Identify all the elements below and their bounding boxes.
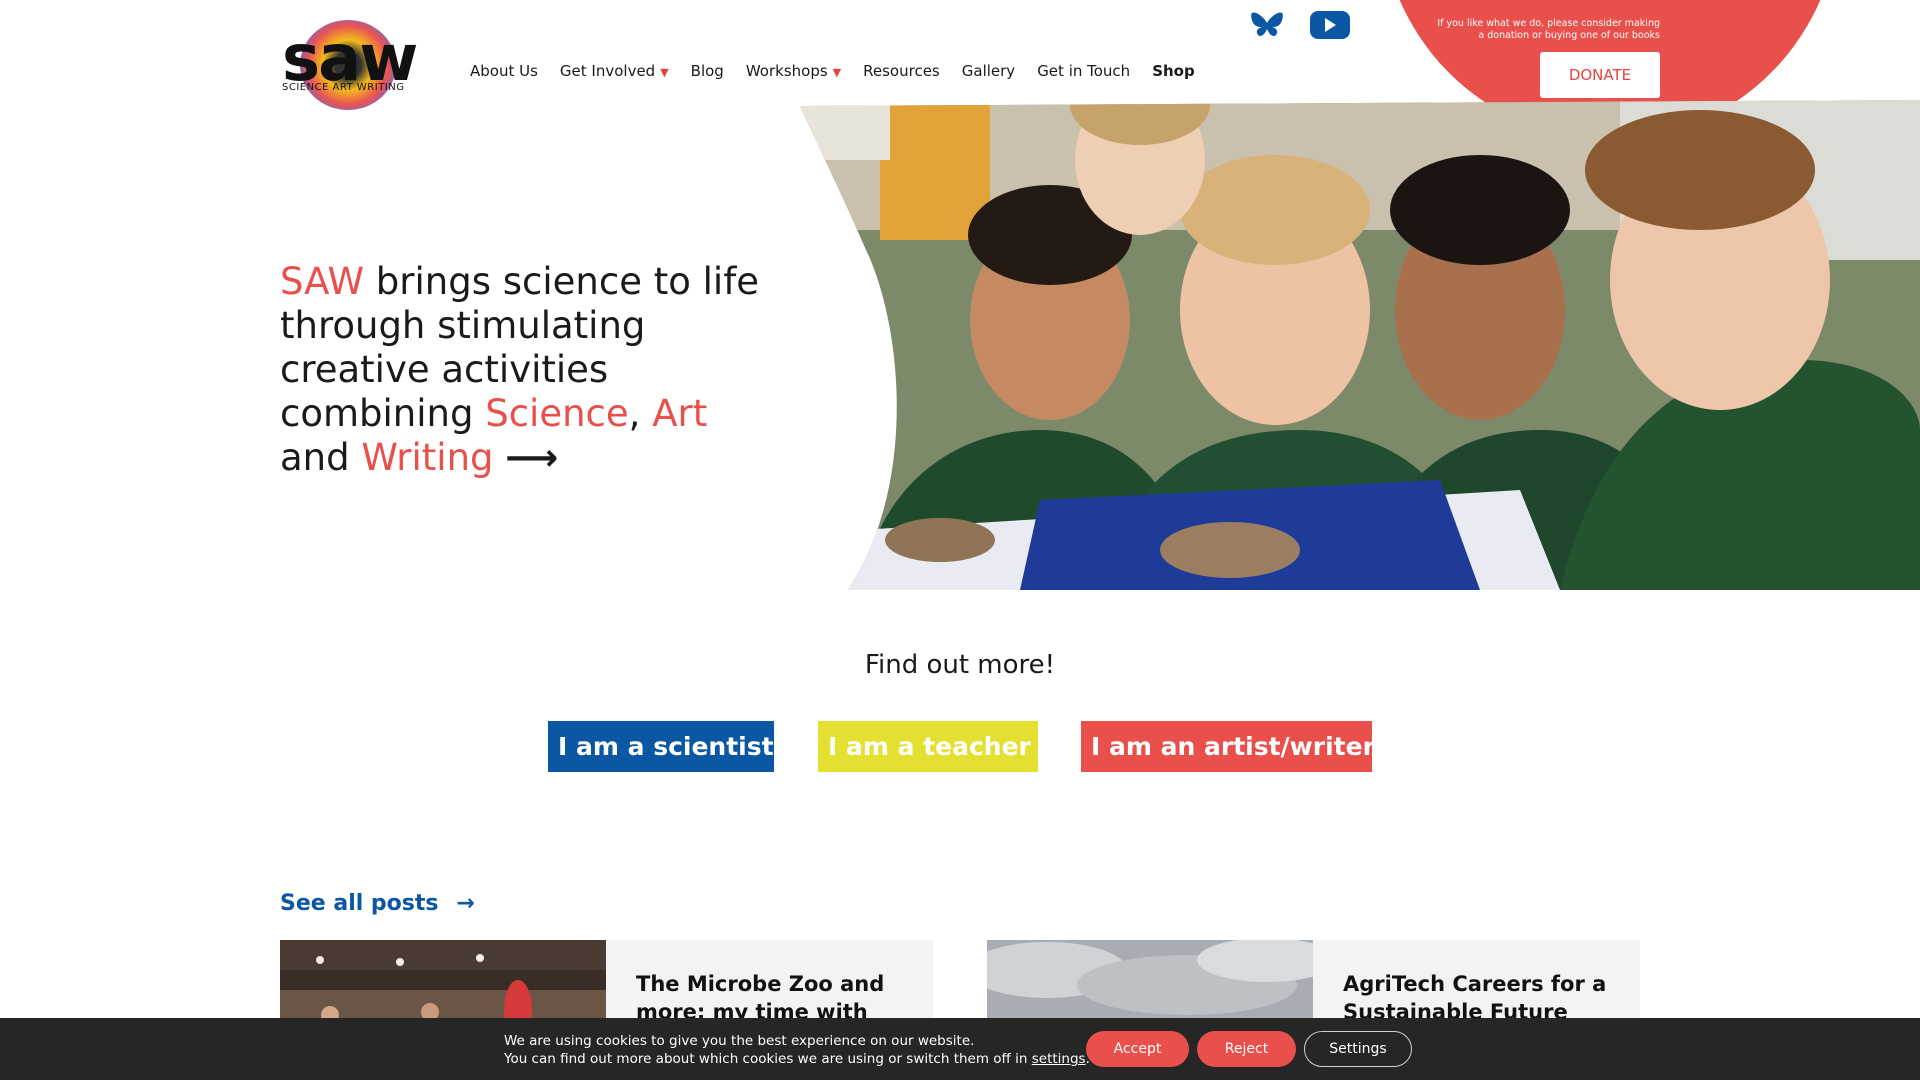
nav-blog[interactable]: Blog xyxy=(691,62,724,80)
hero-headline: SAW brings science to life through stimu… xyxy=(280,260,760,480)
nav-label: About Us xyxy=(470,62,538,80)
nav-about-us[interactable]: About Us xyxy=(470,62,538,80)
nav-get-in-touch[interactable]: Get in Touch xyxy=(1037,62,1130,80)
nav-shop[interactable]: Shop xyxy=(1152,62,1195,80)
hero-art: Art xyxy=(652,392,708,435)
nav-workshops[interactable]: Workshops ▼ xyxy=(746,62,841,80)
donate-note-line: a donation or buying one of our books xyxy=(1478,30,1660,41)
play-icon xyxy=(1325,18,1336,32)
cookie-line-text: You can find out more about which cookie… xyxy=(504,1051,1032,1067)
nav-label: Workshops xyxy=(745,62,828,80)
logo-subtitle: SCIENCE ART WRITING xyxy=(282,82,405,93)
cookie-line: You can find out more about which cookie… xyxy=(504,1050,1090,1068)
nav-label: Resources xyxy=(863,62,940,80)
arrow-right-icon[interactable]: ⟶ xyxy=(505,436,558,479)
donate-button[interactable]: DONATE xyxy=(1540,52,1660,98)
cookie-banner: We are using cookies to give you the bes… xyxy=(0,1018,1920,1080)
nav-gallery[interactable]: Gallery xyxy=(962,62,1015,80)
artist-writer-button[interactable]: I am an artist/writer → xyxy=(1081,721,1403,772)
nav-get-involved[interactable]: Get Involved ▼ xyxy=(560,62,669,80)
saw-logo[interactable]: saw SCIENCE ART WRITING xyxy=(280,20,425,110)
cta-label: I am an artist/writer xyxy=(1091,732,1375,761)
hero-saw: SAW xyxy=(280,260,365,303)
cta-label: I am a teacher xyxy=(828,732,1031,761)
hero-comma: , xyxy=(628,392,653,435)
nav-label: Blog xyxy=(690,62,724,80)
bluesky-icon[interactable] xyxy=(1250,10,1284,40)
main-nav: About Us Get Involved ▼ Blog Workshops ▼ R… xyxy=(470,62,1217,80)
chevron-down-icon: ▼ xyxy=(660,65,669,79)
cookie-accept-button[interactable]: Accept xyxy=(1086,1031,1189,1067)
hero-writing: Writing xyxy=(361,436,494,479)
cta-label: I am a scientist xyxy=(558,732,774,761)
cookie-settings-link[interactable]: settings xyxy=(1032,1051,1086,1067)
arrow-right-icon: → xyxy=(1384,734,1404,759)
nav-resources[interactable]: Resources xyxy=(863,62,940,80)
see-all-label: See all posts xyxy=(280,891,439,916)
teacher-button[interactable]: I am a teacher → xyxy=(818,721,1059,772)
nav-label: Shop xyxy=(1152,62,1195,80)
arrow-right-icon: → xyxy=(456,891,475,916)
nav-label: Get Involved xyxy=(559,62,656,80)
youtube-icon[interactable] xyxy=(1310,11,1350,39)
donate-note: If you like what we do, please consider … xyxy=(1420,18,1660,42)
hero-and: and xyxy=(280,436,362,479)
nav-label: Gallery xyxy=(961,62,1016,80)
find-out-more-heading: Find out more! xyxy=(864,650,1056,680)
cookie-line: We are using cookies to give you the bes… xyxy=(504,1033,975,1049)
scientist-button[interactable]: I am a scientist → xyxy=(548,721,802,772)
nav-label: Get in Touch xyxy=(1037,62,1131,80)
donate-note-line: If you like what we do, please consider … xyxy=(1437,18,1660,29)
cookie-message: We are using cookies to give you the bes… xyxy=(504,1032,1090,1068)
arrow-right-icon: → xyxy=(783,734,803,759)
chevron-down-icon: ▼ xyxy=(832,65,842,79)
see-all-posts-link[interactable]: See all posts → xyxy=(280,891,475,916)
cookie-reject-button[interactable]: Reject xyxy=(1197,1031,1296,1067)
cookie-settings-button[interactable]: Settings xyxy=(1304,1031,1412,1067)
arrow-right-icon: → xyxy=(1040,734,1060,759)
hero-science: Science xyxy=(485,392,629,435)
hero-photo xyxy=(800,100,1920,590)
